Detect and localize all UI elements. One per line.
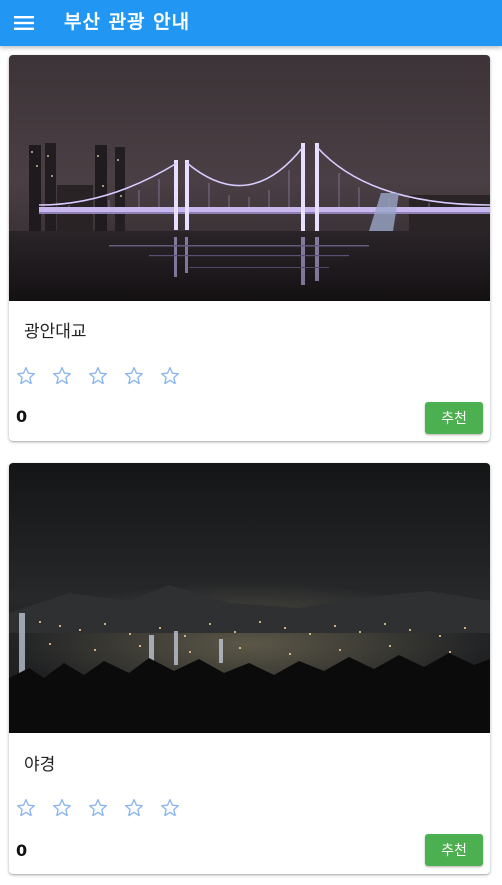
- rating-stars: [16, 796, 196, 820]
- app-bar: 부산 관광 안내: [0, 0, 502, 46]
- attraction-card: 광안대교 0 추천: [9, 55, 490, 441]
- hamburger-menu-icon: [14, 16, 34, 30]
- star-icon[interactable]: [88, 364, 124, 388]
- star-icon[interactable]: [160, 796, 196, 820]
- star-icon[interactable]: [124, 796, 160, 820]
- gwangan-bridge-image: [9, 55, 490, 301]
- recommend-button[interactable]: 추천: [425, 402, 483, 434]
- card-title: 광안대교: [24, 322, 87, 342]
- attraction-card: 야경 0 추천: [9, 463, 490, 874]
- recommend-count: 0: [16, 841, 28, 860]
- star-icon[interactable]: [124, 364, 160, 388]
- star-icon[interactable]: [160, 364, 196, 388]
- recommend-button[interactable]: 추천: [425, 834, 483, 866]
- star-icon[interactable]: [16, 796, 52, 820]
- rating-stars: [16, 364, 196, 388]
- star-icon[interactable]: [52, 796, 88, 820]
- app-title: 부산 관광 안내: [64, 11, 191, 33]
- night-view-image: [9, 463, 490, 733]
- recommend-count: 0: [16, 407, 28, 426]
- star-icon[interactable]: [16, 364, 52, 388]
- star-icon[interactable]: [88, 796, 124, 820]
- menu-button[interactable]: [8, 7, 40, 39]
- card-title: 야경: [24, 755, 56, 775]
- star-icon[interactable]: [52, 364, 88, 388]
